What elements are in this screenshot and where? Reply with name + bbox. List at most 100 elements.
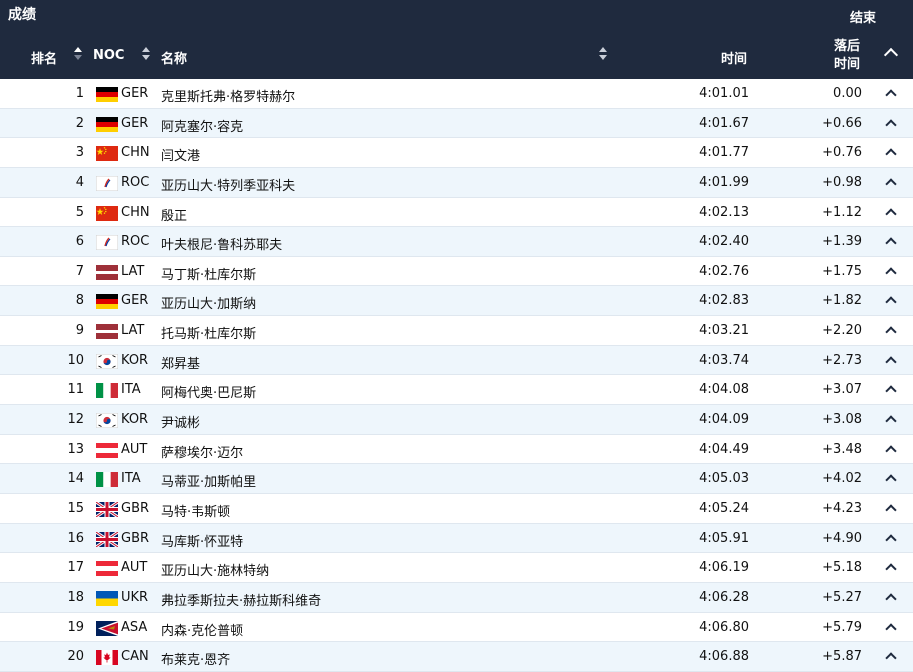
expand-chevron-icon[interactable] bbox=[885, 563, 897, 575]
time-behind-cell: +5.18 bbox=[822, 560, 862, 576]
expand-chevron-icon[interactable] bbox=[885, 622, 897, 635]
flag-lat-icon bbox=[96, 324, 118, 340]
athlete-name-cell[interactable]: 阿克塞尔·容克 bbox=[161, 116, 243, 135]
athlete-name-cell[interactable]: 殷正 bbox=[161, 205, 187, 224]
athlete-name-cell[interactable]: 马库斯·怀亚特 bbox=[161, 531, 243, 550]
athlete-name-cell[interactable]: 内森·克伦普顿 bbox=[161, 620, 243, 639]
time-behind-cell: +0.66 bbox=[822, 115, 862, 131]
table-row[interactable]: 7 LAT 马丁斯·杜库尔斯 4:02.76 +1.75 bbox=[0, 257, 913, 287]
table-row[interactable]: 5 CHN 殷正 4:02.13 +1.12 bbox=[0, 198, 913, 228]
athlete-name-cell[interactable]: 马丁斯·杜库尔斯 bbox=[161, 264, 256, 283]
expand-chevron-icon[interactable] bbox=[885, 89, 897, 101]
flag-gbr-icon bbox=[96, 531, 118, 547]
table-row[interactable]: 10 KOR 郑昇基 4:03.74 +2.73 bbox=[0, 345, 913, 376]
athlete-name-cell[interactable]: 叶夫根尼·鲁科苏耶夫 bbox=[161, 234, 282, 253]
athlete-name-cell[interactable]: 马特·韦斯顿 bbox=[161, 501, 230, 520]
noc-sort-icon[interactable] bbox=[142, 47, 150, 61]
table-row[interactable]: 18 UKR 弗拉季斯拉夫·赫拉斯科维奇 4:06.28 +5.27 bbox=[0, 582, 913, 613]
table-row[interactable]: 8 GER 亚历山大·加斯纳 4:02.83 +1.82 bbox=[0, 286, 913, 317]
time-behind-cell: +4.02 bbox=[822, 471, 862, 487]
athlete-name-cell[interactable]: 阿梅代奥·巴尼斯 bbox=[161, 382, 256, 401]
athlete-name-cell[interactable]: 亚历山大·施林特纳 bbox=[161, 560, 269, 579]
table-row[interactable]: 19 ASA 内森·克伦普顿 4:06.80 +5.79 bbox=[0, 613, 913, 643]
rank-cell: 8 bbox=[75, 293, 84, 309]
table-row[interactable]: 15 GBR 马特·韦斯顿 4:05.24 +4.23 bbox=[0, 494, 913, 524]
athlete-name-cell[interactable]: 马蒂亚·加斯帕里 bbox=[161, 471, 256, 490]
time-cell: 4:06.19 bbox=[699, 560, 749, 576]
expand-chevron-icon[interactable] bbox=[885, 385, 897, 398]
athlete-name-cell[interactable]: 克里斯托弗·格罗特赫尔 bbox=[161, 86, 295, 105]
athlete-name-cell[interactable]: 托马斯·杜库尔斯 bbox=[161, 323, 256, 342]
athlete-name-cell[interactable]: 萨穆埃尔·迈尔 bbox=[161, 442, 243, 461]
flag-lat-icon bbox=[96, 264, 118, 280]
results-table-body: 1 GER 克里斯托弗·格罗特赫尔 4:01.01 0.00 2 GER 阿克塞尔·容克 4:0… bbox=[0, 79, 913, 672]
table-row[interactable]: 12 KOR 尹诚彬 4:04.09 +3.08 bbox=[0, 405, 913, 435]
expand-chevron-icon[interactable] bbox=[885, 356, 897, 368]
athlete-name-cell[interactable]: 亚历山大·特列季亚科夫 bbox=[161, 175, 295, 194]
behind-label-line1: 落后 bbox=[834, 39, 861, 54]
rank-cell: 14 bbox=[67, 471, 84, 487]
time-behind-cell: +1.75 bbox=[822, 263, 862, 279]
athlete-name-cell[interactable]: 亚历山大·加斯纳 bbox=[161, 293, 256, 312]
flag-ukr-icon bbox=[96, 590, 118, 606]
expand-chevron-icon[interactable] bbox=[885, 445, 897, 457]
table-row[interactable]: 11 ITA 阿梅代奥·巴尼斯 4:04.08 +3.07 bbox=[0, 375, 913, 406]
time-behind-cell: +2.73 bbox=[822, 352, 862, 368]
table-row[interactable]: 3 CHN 闫文港 4:01.77 +0.76 bbox=[0, 138, 913, 168]
expand-chevron-icon[interactable] bbox=[885, 533, 897, 546]
flag-ger-icon bbox=[96, 116, 118, 132]
table-row[interactable]: 14 ITA 马蒂亚·加斯帕里 4:05.03 +4.02 bbox=[0, 464, 913, 494]
rank-cell: 18 bbox=[67, 589, 84, 605]
name-sort-icon[interactable] bbox=[599, 47, 607, 61]
expand-chevron-icon[interactable] bbox=[885, 474, 897, 486]
athlete-name-cell[interactable]: 布莱克·恩齐 bbox=[161, 649, 230, 668]
time-cell: 4:03.21 bbox=[699, 323, 749, 339]
table-row[interactable]: 4 ROC 亚历山大·特列季亚科夫 4:01.99 +0.98 bbox=[0, 167, 913, 198]
athlete-name-cell[interactable]: 郑昇基 bbox=[161, 353, 200, 372]
rank-cell: 13 bbox=[67, 441, 84, 457]
expand-chevron-icon[interactable] bbox=[885, 148, 897, 160]
expand-chevron-icon[interactable] bbox=[885, 415, 897, 427]
table-row[interactable]: 2 GER 阿克塞尔·容克 4:01.67 +0.66 bbox=[0, 108, 913, 139]
expand-chevron-icon[interactable] bbox=[885, 652, 897, 664]
athlete-name-cell[interactable]: 弗拉季斯拉夫·赫拉斯科维奇 bbox=[161, 590, 321, 609]
rank-cell: 9 bbox=[75, 323, 84, 339]
table-row[interactable]: 6 ROC 叶夫根尼·鲁科苏耶夫 4:02.40 +1.39 bbox=[0, 227, 913, 257]
table-row[interactable]: 17 AUT 亚历山大·施林特纳 4:06.19 +5.18 bbox=[0, 553, 913, 583]
expand-chevron-icon[interactable] bbox=[885, 504, 897, 516]
table-row[interactable]: 9 LAT 托马斯·杜库尔斯 4:03.21 +2.20 bbox=[0, 316, 913, 346]
rank-cell: 2 bbox=[75, 115, 84, 131]
expand-chevron-icon[interactable] bbox=[885, 296, 897, 309]
table-row[interactable]: 13 AUT 萨穆埃尔·迈尔 4:04.49 +3.48 bbox=[0, 435, 913, 465]
expand-chevron-icon[interactable] bbox=[885, 237, 897, 249]
noc-cell: ROC bbox=[121, 234, 150, 250]
table-row[interactable]: 20 CAN 布莱克·恩齐 4:06.88 +5.87 bbox=[0, 642, 913, 672]
column-header-name[interactable]: 名称 bbox=[161, 48, 187, 67]
column-header-noc[interactable]: NOC bbox=[93, 48, 124, 63]
noc-cell: KOR bbox=[121, 412, 149, 428]
expand-chevron-icon[interactable] bbox=[885, 593, 897, 605]
time-cell: 4:04.09 bbox=[699, 412, 749, 428]
time-cell: 4:02.83 bbox=[699, 293, 749, 309]
time-behind-cell: +4.23 bbox=[822, 500, 862, 516]
flag-aut-icon bbox=[96, 442, 118, 458]
table-row[interactable]: 1 GER 克里斯托弗·格罗特赫尔 4:01.01 0.00 bbox=[0, 79, 913, 109]
collapse-all-chevron-icon[interactable] bbox=[883, 47, 899, 63]
expand-chevron-icon[interactable] bbox=[885, 267, 897, 279]
flag-ger-icon bbox=[96, 87, 118, 102]
expand-chevron-icon[interactable] bbox=[885, 207, 897, 220]
time-cell: 4:01.01 bbox=[699, 86, 749, 101]
rank-sort-icon[interactable] bbox=[74, 47, 82, 61]
table-row[interactable]: 16 GBR 马库斯·怀亚特 4:05.91 +4.90 bbox=[0, 523, 913, 554]
rank-cell: 1 bbox=[75, 86, 84, 101]
expand-chevron-icon[interactable] bbox=[885, 178, 897, 190]
column-header-rank[interactable]: 排名 bbox=[31, 48, 57, 67]
time-behind-cell: +5.79 bbox=[822, 619, 862, 635]
expand-chevron-icon[interactable] bbox=[885, 118, 897, 131]
rank-cell: 3 bbox=[75, 145, 84, 161]
expand-chevron-icon[interactable] bbox=[885, 326, 897, 338]
athlete-name-cell[interactable]: 尹诚彬 bbox=[161, 412, 200, 431]
athlete-name-cell[interactable]: 闫文港 bbox=[161, 145, 200, 164]
rank-cell: 20 bbox=[67, 649, 84, 665]
status-label: 结束 bbox=[850, 11, 877, 26]
